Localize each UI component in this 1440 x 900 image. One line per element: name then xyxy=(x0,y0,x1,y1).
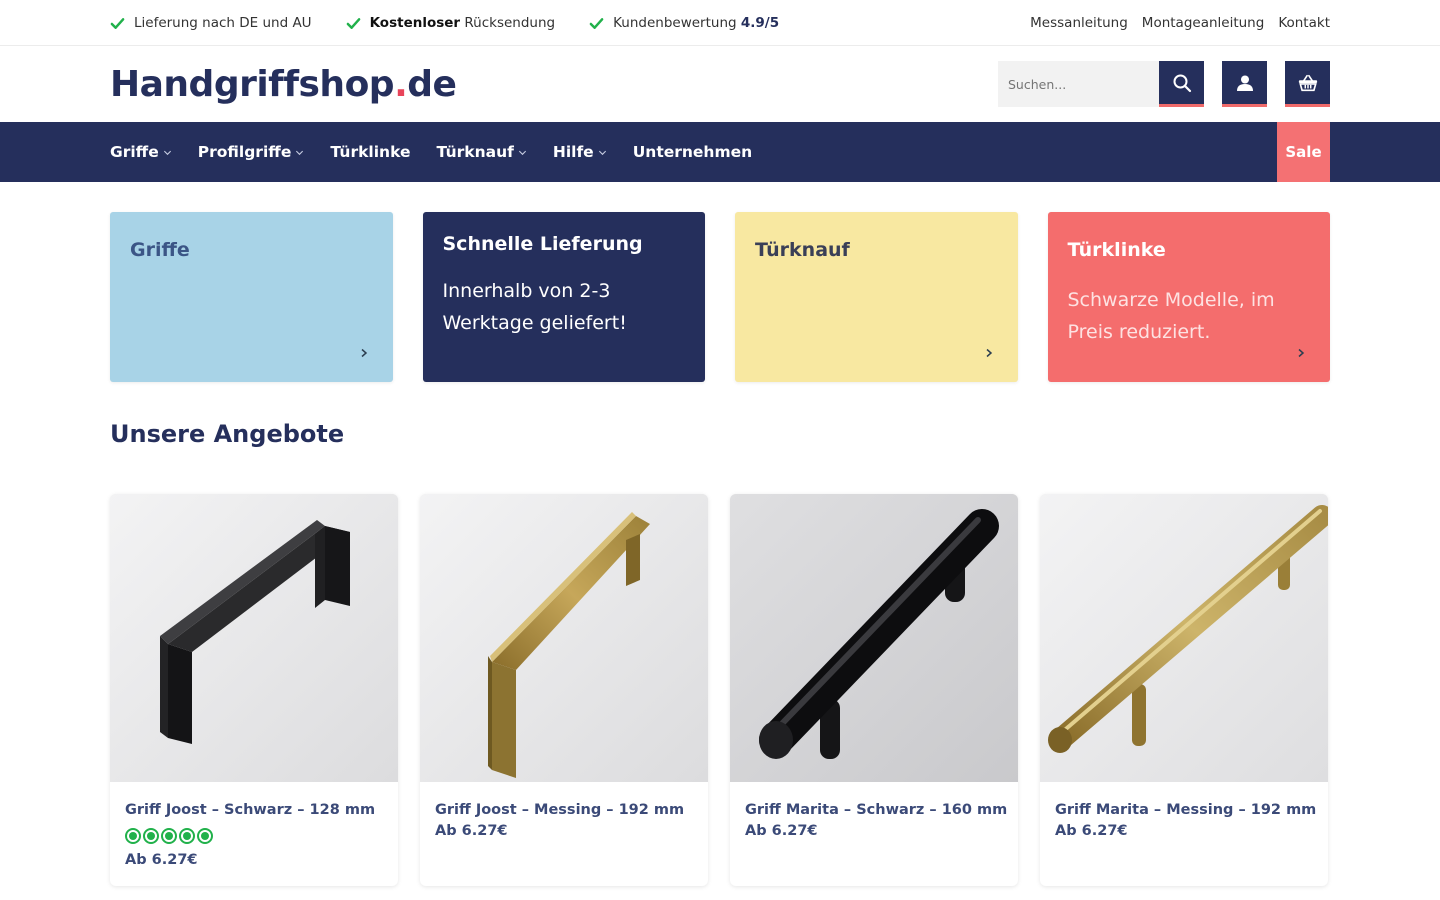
basket-icon xyxy=(1298,74,1317,91)
star-icon xyxy=(179,828,195,844)
tile-tuerknauf[interactable]: Türknauf xyxy=(735,212,1018,382)
chevron-right-icon xyxy=(1298,348,1305,358)
product-name[interactable]: Griff Joost – Schwarz – 128 mm xyxy=(125,800,383,821)
usp-item: Lieferung nach DE und AU xyxy=(110,15,312,31)
chevron-right-icon xyxy=(986,348,992,358)
usp-text: Kundenbewertung 4.9/5 xyxy=(613,15,780,31)
product-image[interactable] xyxy=(730,494,1018,782)
tile-title: Türklinke xyxy=(1067,239,1166,261)
usp-list: Lieferung nach DE und AU Kostenloser Rüc… xyxy=(110,15,779,31)
product-card[interactable]: Griff Marita – Schwarz – 160 mm Ab 6.27€ xyxy=(730,494,1018,886)
tile-title: Schnelle Lieferung xyxy=(442,233,643,255)
top-links: Messanleitung Montageanleitung Kontakt xyxy=(1030,15,1330,31)
chevron-down-icon xyxy=(163,150,171,155)
tile-text: Schwarze Modelle, im Preis reduziert. xyxy=(1067,289,1275,343)
product-card[interactable]: Griff Joost – Schwarz – 128 mm Ab 6.27€ xyxy=(110,494,398,886)
nav-item-griffe[interactable]: Griffe xyxy=(110,143,172,161)
tile-title: Türknauf xyxy=(755,239,850,261)
product-name[interactable]: Griff Joost – Messing – 192 mm xyxy=(435,800,693,821)
product-image[interactable] xyxy=(110,494,398,782)
handle-image xyxy=(420,494,708,782)
handle-image xyxy=(110,494,398,782)
link-kontakt[interactable]: Kontakt xyxy=(1278,15,1330,31)
tile-text: Innerhalb von 2-3 Werktage geliefert! xyxy=(442,280,627,334)
usp-text: Lieferung nach DE und AU xyxy=(134,15,312,31)
search-input[interactable] xyxy=(998,61,1159,107)
nav-item-profilgriffe[interactable]: Profilgriffe xyxy=(198,143,305,161)
product-name[interactable]: Griff Marita – Schwarz – 160 mm xyxy=(745,800,1007,821)
nav-item-hilfe[interactable]: Hilfe xyxy=(553,143,607,161)
star-icon xyxy=(125,828,141,844)
star-icon xyxy=(197,828,213,844)
handle-image xyxy=(1040,494,1328,782)
search-button[interactable] xyxy=(1159,61,1204,107)
product-image[interactable] xyxy=(1040,494,1328,782)
search-form xyxy=(998,61,1204,107)
product-name[interactable]: Griff Marita – Messing – 192 mm xyxy=(1055,800,1316,821)
tile-title: Griffe xyxy=(130,239,190,261)
nav-item-unternehmen[interactable]: Unternehmen xyxy=(633,143,752,161)
product-price: Ab 6.27€ xyxy=(125,852,198,868)
product-price: Ab 6.27€ xyxy=(745,823,818,839)
link-montageanleitung[interactable]: Montageanleitung xyxy=(1142,15,1265,31)
chevron-right-icon xyxy=(361,348,367,358)
top-bar: Lieferung nach DE und AU Kostenloser Rüc… xyxy=(0,0,1440,46)
cart-button[interactable] xyxy=(1285,61,1330,107)
category-tiles: Griffe Schnelle Lieferung Innerhalb von … xyxy=(0,212,1440,382)
tile-griffe[interactable]: Griffe xyxy=(110,212,393,382)
check-icon xyxy=(110,17,125,29)
star-icon xyxy=(161,828,177,844)
nav-item-tuerknauf[interactable]: Türknauf xyxy=(436,143,526,161)
user-icon xyxy=(1236,75,1253,91)
check-icon xyxy=(346,17,360,29)
chevron-down-icon xyxy=(518,150,526,155)
tile-schnelle-lieferung: Schnelle Lieferung Innerhalb von 2-3 Wer… xyxy=(422,212,705,382)
product-card[interactable]: Griff Joost – Messing – 192 mm Ab 6.27€ xyxy=(420,494,708,886)
account-button[interactable] xyxy=(1222,61,1267,107)
product-card[interactable]: Griff Marita – Messing – 192 mm Ab 6.27€ xyxy=(1040,494,1328,886)
rating-stars xyxy=(125,828,383,844)
nav-item-tuerklinke[interactable]: Türklinke xyxy=(330,143,410,161)
tile-tuerklinke[interactable]: Türklinke Schwarze Modelle, im Preis red… xyxy=(1047,212,1330,382)
rating-value: 4.9/5 xyxy=(740,15,780,31)
nav-sale-button[interactable]: Sale xyxy=(1277,122,1330,182)
chevron-down-icon xyxy=(598,150,606,155)
usp-text: Kostenloser Rücksendung xyxy=(369,15,556,31)
chevron-down-icon xyxy=(296,150,304,155)
main-nav: Griffe Profilgriffe Türklinke Türknauf H… xyxy=(0,122,1440,182)
product-price: Ab 6.27€ xyxy=(435,823,508,839)
usp-item: Kundenbewertung 4.9/5 xyxy=(589,15,779,31)
link-messanleitung[interactable]: Messanleitung xyxy=(1030,15,1128,31)
product-grid: Griff Joost – Schwarz – 128 mm Ab 6.27€ xyxy=(0,494,1440,886)
product-price: Ab 6.27€ xyxy=(1055,823,1128,839)
product-image[interactable] xyxy=(420,494,708,782)
site-logo[interactable]: Handgriffshop.de xyxy=(110,64,457,105)
handle-image xyxy=(730,494,1018,782)
search-icon xyxy=(1173,74,1191,92)
section-title: Unsere Angebote xyxy=(110,420,345,448)
star-icon xyxy=(143,828,159,844)
usp-item: Kostenloser Rücksendung xyxy=(346,15,556,31)
header: Handgriffshop.de xyxy=(0,46,1440,122)
check-icon xyxy=(589,17,604,29)
